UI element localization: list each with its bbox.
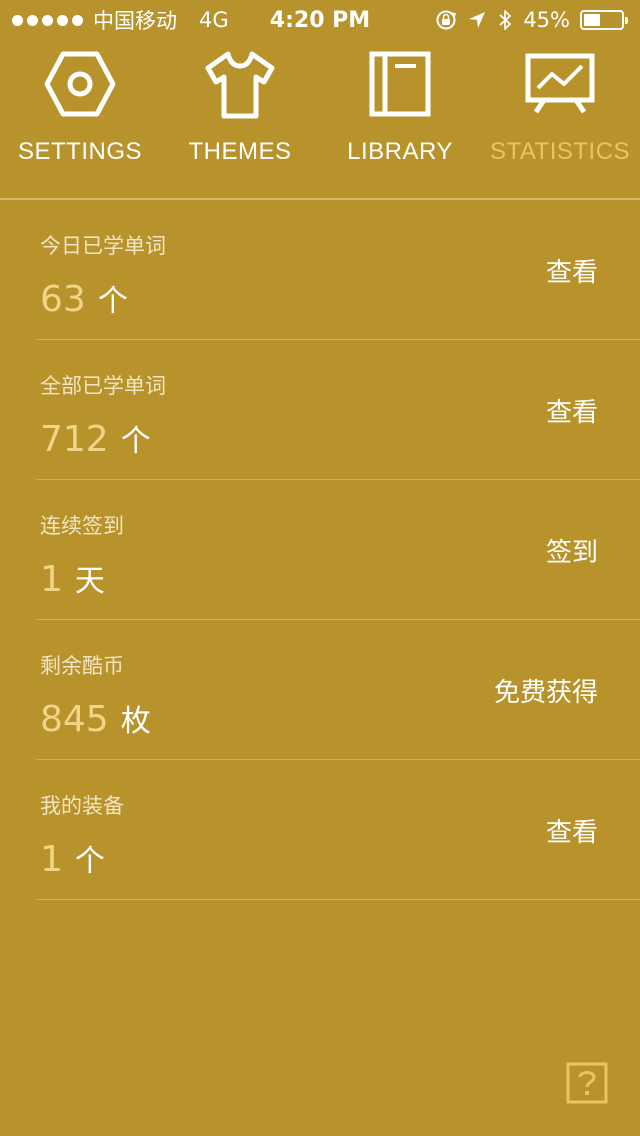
stat-value: 1 个 — [40, 836, 105, 880]
tab-library-label: LIBRARY — [347, 138, 453, 165]
stat-unit: 枚 — [120, 704, 151, 739]
location-arrow-icon — [467, 10, 487, 30]
stat-row-equipment: 我的装备 1 个 查看 — [36, 760, 640, 900]
hexagon-nut-icon — [42, 46, 118, 122]
get-free-coins-button[interactable]: 免费获得 — [494, 672, 598, 709]
checkin-button[interactable]: 签到 — [546, 532, 598, 569]
chart-monitor-icon — [522, 46, 598, 122]
stat-value: 845 枚 — [40, 696, 151, 740]
tab-themes-label: THEMES — [188, 138, 292, 165]
stat-label: 今日已学单词 — [40, 234, 166, 258]
tab-themes[interactable]: THEMES — [160, 46, 320, 186]
tshirt-icon — [202, 46, 278, 122]
stat-number: 1 — [40, 839, 63, 880]
view-today-words-button[interactable]: 查看 — [546, 252, 598, 289]
stats-list: 今日已学单词 63 个 查看 全部已学单词 712 个 查看 连续签到 1 天 … — [36, 200, 640, 900]
stat-row-checkin-streak: 连续签到 1 天 签到 — [36, 480, 640, 620]
tab-settings-label: SETTINGS — [17, 138, 142, 165]
stat-unit: 个 — [74, 844, 105, 879]
tab-statistics[interactable]: STATISTICS — [480, 46, 640, 186]
stat-label: 我的装备 — [40, 794, 124, 818]
status-right: 45% — [435, 0, 628, 40]
stat-number: 845 — [40, 699, 109, 740]
book-icon — [362, 46, 438, 122]
tab-settings[interactable]: SETTINGS — [0, 46, 160, 186]
stat-number: 1 — [40, 559, 63, 600]
stat-value: 1 天 — [40, 556, 105, 600]
help-question-icon — [566, 1062, 608, 1104]
view-equipment-button[interactable]: 查看 — [546, 812, 598, 849]
stat-value: 712 个 — [40, 416, 151, 460]
stat-row-coins: 剩余酷币 845 枚 免费获得 — [36, 620, 640, 760]
tab-statistics-label: STATISTICS — [489, 138, 631, 165]
stat-row-today-words: 今日已学单词 63 个 查看 — [36, 200, 640, 340]
stat-unit: 天 — [74, 564, 105, 599]
stat-unit: 个 — [120, 424, 151, 459]
stat-number: 63 — [40, 279, 86, 320]
stat-label: 全部已学单词 — [40, 374, 166, 398]
tab-library[interactable]: LIBRARY — [320, 46, 480, 186]
stat-number: 712 — [40, 419, 109, 460]
view-total-words-button[interactable]: 查看 — [546, 392, 598, 429]
bluetooth-icon — [497, 8, 513, 32]
tab-bar: SETTINGS THEMES LIBRARY STATISTICS — [0, 46, 640, 186]
rotation-lock-icon — [435, 9, 457, 31]
battery-percent: 45% — [523, 8, 570, 32]
stat-label: 剩余酷币 — [40, 654, 124, 678]
stat-unit: 个 — [97, 284, 128, 319]
stat-value: 63 个 — [40, 276, 128, 320]
stat-row-total-words: 全部已学单词 712 个 查看 — [36, 340, 640, 480]
help-button[interactable] — [566, 1062, 608, 1104]
battery-icon — [580, 10, 628, 30]
status-bar: 中国移动 4G 4:20 PM 45% — [0, 0, 640, 40]
battery-fill — [584, 14, 600, 26]
stat-label: 连续签到 — [40, 514, 124, 538]
